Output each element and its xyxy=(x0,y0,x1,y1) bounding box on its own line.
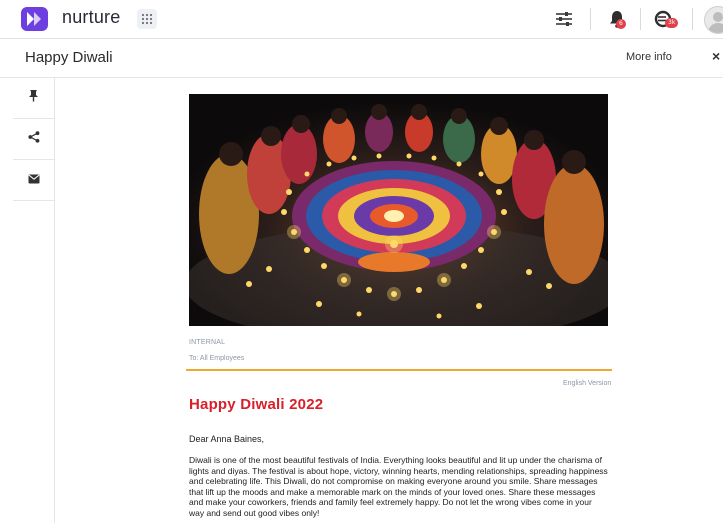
action-rail xyxy=(13,78,55,523)
share-icon xyxy=(27,130,40,148)
divider xyxy=(640,8,641,30)
hero-image xyxy=(184,94,624,344)
top-bar: nurture 6 3k xyxy=(0,0,723,39)
post-recipients: To: All Employees xyxy=(189,355,245,362)
pin-button[interactable] xyxy=(13,78,54,119)
mail-icon xyxy=(27,171,40,189)
post-body: Diwali is one of the most beautiful fest… xyxy=(189,455,608,518)
notification-badge: 6 xyxy=(616,19,626,29)
pin-icon xyxy=(28,89,39,107)
post-header: Happy Diwali More info × xyxy=(0,39,723,78)
share-button[interactable] xyxy=(13,119,54,160)
brand-name: nurture xyxy=(62,7,121,27)
post-greeting: Dear Anna Baines, xyxy=(189,434,265,444)
avatar[interactable] xyxy=(704,6,723,34)
nurture-logo-icon[interactable] xyxy=(21,7,48,31)
grid-icon[interactable] xyxy=(137,9,157,29)
divider xyxy=(692,8,693,30)
more-info-link[interactable]: More info xyxy=(626,51,672,63)
filter-sliders-icon[interactable] xyxy=(553,9,575,29)
post-headline: Happy Diwali 2022 xyxy=(189,396,324,413)
divider xyxy=(590,8,591,30)
close-icon[interactable]: × xyxy=(712,48,720,64)
language-version[interactable]: English Version xyxy=(563,380,611,387)
divider xyxy=(186,369,612,371)
post-content: INTERNAL To: All Employees English Versi… xyxy=(55,78,723,523)
page-title: Happy Diwali xyxy=(25,49,113,66)
post-tag: INTERNAL xyxy=(189,339,226,346)
coins-badge: 3k xyxy=(665,18,679,28)
email-button[interactable] xyxy=(13,160,54,201)
